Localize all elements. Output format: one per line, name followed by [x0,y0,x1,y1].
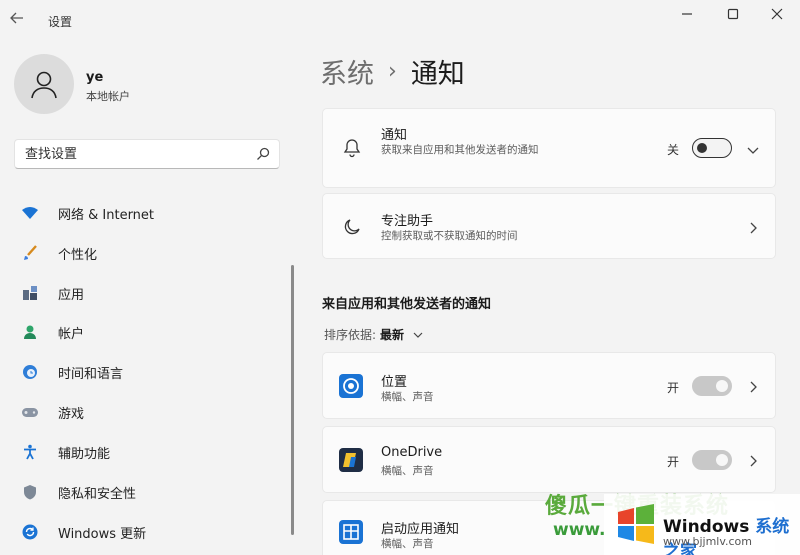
sidebar-item-label: 网络 & Internet [58,207,155,223]
back-button[interactable] [10,10,34,32]
search-input[interactable] [15,140,251,168]
card-subtitle: 控制获取或不获取通知的时间 [381,230,518,242]
sidebar-scrollbar[interactable] [291,265,294,535]
sidebar-item-label: 隐私和安全性 [58,486,137,502]
account-type: 本地帐户 [86,90,130,103]
update-icon [20,522,40,542]
minimize-icon [682,13,692,15]
chevron-right-icon[interactable] [746,453,760,467]
search-box[interactable] [14,139,280,169]
card-title: 专注助手 [381,214,434,229]
notifications-toggle[interactable] [692,138,732,158]
breadcrumb-separator: › [388,59,397,84]
card-title: 通知 [381,128,408,143]
search-icon[interactable] [255,146,273,164]
sidebar-item-label: 游戏 [58,406,85,422]
toggle-state-label: 关 [667,143,680,157]
toggle-knob [716,454,728,466]
sidebar-item-apps[interactable]: 应用 [20,277,282,309]
sidebar-item-network[interactable]: 网络 & Internet [20,197,282,229]
sidebar-item-privacy[interactable]: 隐私和安全性 [20,476,282,508]
watermark-site-url: www.bjjmlv.com [663,535,752,548]
bell-icon [341,137,363,159]
apps-icon [20,283,40,303]
wifi-icon [20,203,40,223]
card-title: OneDrive [381,445,443,460]
breadcrumb-parent[interactable]: 系统 [320,52,374,91]
watermark-url: www. [553,520,606,540]
app-title: 设置 [48,15,73,29]
onedrive-icon [339,448,363,472]
sidebar-item-label: 应用 [58,287,85,303]
card-title: 启动应用通知 [381,522,460,537]
card-subtitle: 横幅、声音 [381,391,434,403]
toggle-state-label: 开 [667,455,680,469]
shield-icon [20,482,40,502]
senders-section-title: 来自应用和其他发送者的通知 [322,297,492,312]
user-name: ye [86,70,104,85]
sidebar-item-windows-update[interactable]: Windows 更新 [20,516,282,548]
toggle-knob [697,143,707,153]
sidebar-item-label: 辅助功能 [58,446,111,462]
sidebar-item-accounts[interactable]: 帐户 [20,316,282,348]
toggle-knob [716,380,728,392]
app-card-onedrive[interactable]: OneDrive 横幅、声音 开 [322,426,776,493]
accessibility-icon [20,442,40,462]
moon-icon [341,216,363,238]
chevron-down-icon[interactable] [746,142,760,156]
watermark-brand: Windows 系统之家 [663,512,800,555]
globe-clock-icon [20,362,40,382]
minimize-button[interactable] [664,2,710,26]
chevron-right-icon[interactable] [746,220,760,234]
person-icon [20,322,40,342]
title-bar: 设置 [0,0,800,40]
sort-dropdown[interactable]: 排序依据: 最新 [324,326,424,343]
location-toggle[interactable] [692,376,732,396]
sidebar-item-label: 帐户 [58,326,85,342]
close-button[interactable] [754,2,800,26]
card-subtitle: 横幅、声音 [381,465,434,477]
maximize-button[interactable] [710,2,756,26]
card-subtitle: 获取来自应用和其他发送者的通知 [381,144,539,156]
avatar[interactable] [14,54,74,114]
card-subtitle: 横幅、声音 [381,538,434,550]
sidebar-item-personalization[interactable]: 个性化 [20,237,282,269]
startup-app-icon [339,520,363,544]
onedrive-toggle[interactable] [692,450,732,470]
chevron-right-icon[interactable] [746,379,760,393]
gamepad-icon [20,402,40,422]
windows-logo-icon [618,504,654,544]
notifications-card[interactable]: 通知 获取来自应用和其他发送者的通知 关 [322,108,776,188]
sidebar-item-label: 时间和语言 [58,366,124,382]
card-title: 位置 [381,375,408,390]
sidebar-item-label: Windows 更新 [58,526,147,542]
brush-icon [20,243,40,263]
app-card-location[interactable]: 位置 横幅、声音 开 [322,352,776,419]
sort-label: 排序依据: [324,328,377,342]
breadcrumb: 系统 › 通知 [320,52,465,91]
sidebar-item-gaming[interactable]: 游戏 [20,396,282,428]
focus-assist-card[interactable]: 专注助手 控制获取或不获取通知的时间 [322,193,776,259]
sidebar-item-time-language[interactable]: 时间和语言 [20,356,282,388]
close-icon [771,8,783,20]
page-title: 通知 [410,59,465,90]
user-icon [31,71,57,99]
location-icon [339,374,363,398]
sidebar-item-accessibility[interactable]: 辅助功能 [20,436,282,468]
watermark-brand-windows: Windows [663,517,750,537]
sidebar-item-label: 个性化 [58,247,98,263]
chevron-down-icon [412,329,424,341]
maximize-icon [727,8,739,20]
toggle-state-label: 开 [667,381,680,395]
arrow-left-icon [10,12,23,24]
sort-value: 最新 [380,328,405,342]
